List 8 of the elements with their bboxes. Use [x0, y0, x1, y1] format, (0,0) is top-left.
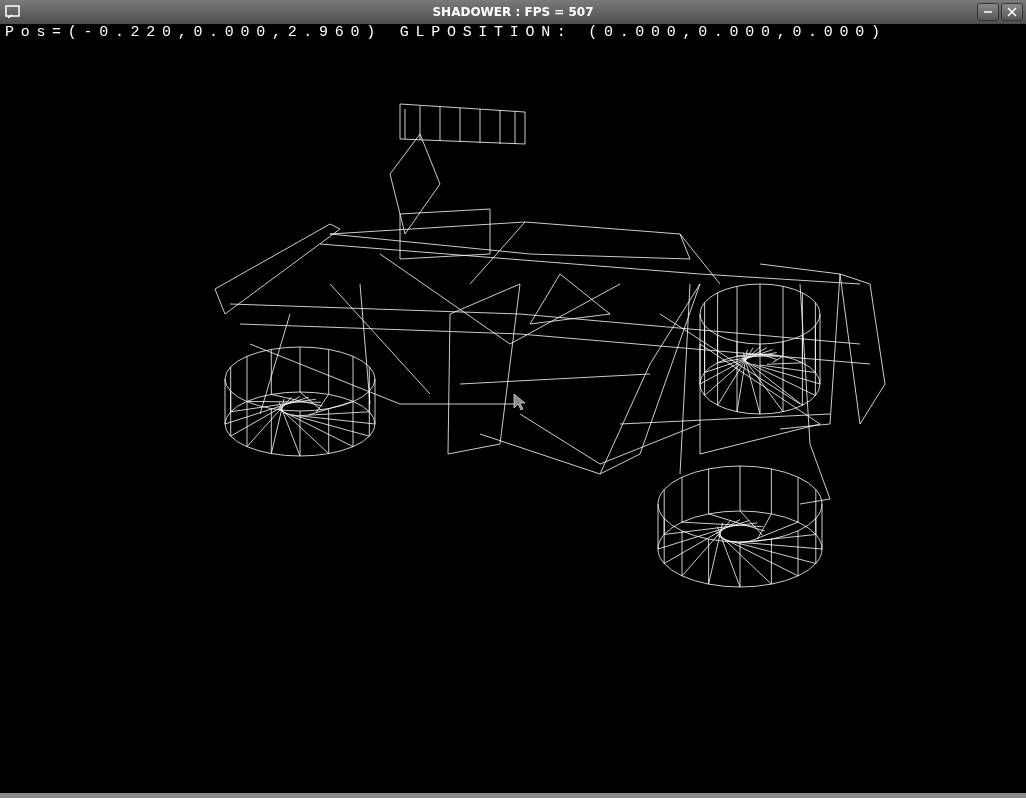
gl-position-readout: GLPOSITION: (0.000,0.000,0.000) — [399, 24, 887, 42]
close-button[interactable] — [1001, 3, 1023, 21]
window-icon — [5, 5, 21, 19]
close-icon — [1006, 6, 1018, 18]
window-title: SHADOWER : FPS = 507 — [432, 5, 594, 19]
mouse-cursor-icon — [513, 393, 526, 411]
minimize-button[interactable] — [977, 3, 999, 21]
camera-position-readout: Pos=(-0.220,0.000,2.960) — [5, 24, 382, 42]
